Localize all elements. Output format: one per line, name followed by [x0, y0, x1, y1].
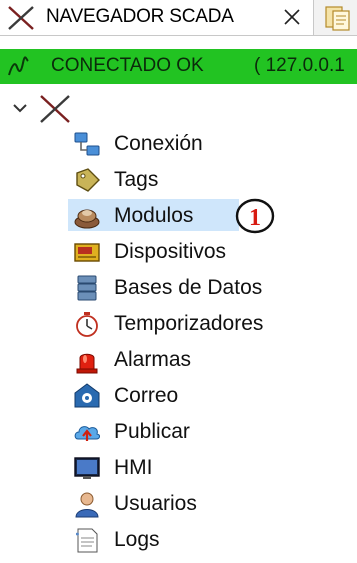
tree-item-label: Dispositivos — [114, 240, 227, 263]
monitor-icon — [74, 457, 100, 479]
database-icon — [77, 275, 97, 301]
tree-item-label: Logs — [114, 528, 160, 551]
tree-item-label: Publicar — [114, 420, 190, 443]
tree-item-label: Temporizadores — [114, 312, 264, 335]
connection-wave-icon — [8, 56, 29, 76]
timer-icon — [76, 312, 98, 337]
status-text: CONECTADO OK — [51, 55, 204, 76]
tree-item-label: Bases de Datos — [114, 276, 263, 299]
tree-item-label: Alarmas — [114, 348, 192, 371]
scada-root-icon[interactable] — [38, 93, 72, 125]
publish-icon — [74, 426, 100, 441]
tree-item-label: Modulos — [114, 204, 194, 227]
tree-item-label: Tags — [114, 168, 159, 191]
connection-icon — [74, 132, 100, 156]
document-icon — [325, 6, 350, 31]
tab-navegador-scada[interactable]: NAVEGADOR SCADA — [0, 0, 314, 35]
scada-x-icon — [8, 6, 34, 30]
logs-icon — [76, 528, 98, 553]
tab-title: NAVEGADOR SCADA — [46, 6, 234, 27]
user-icon — [75, 492, 99, 518]
chevron-down-icon[interactable] — [12, 100, 28, 116]
tree-item-label: Usuarios — [114, 492, 197, 515]
devices-icon — [74, 243, 100, 262]
status-ip: ( 127.0.0.1 — [254, 55, 345, 76]
tree-item-label: HMI — [114, 456, 153, 479]
modules-icon — [74, 209, 100, 229]
annotation-number: 1 — [249, 205, 261, 231]
alarm-icon — [76, 353, 98, 374]
tag-icon — [76, 168, 100, 192]
tab-secondary[interactable] — [315, 0, 357, 35]
tree-item-label: Correo — [114, 384, 179, 407]
connection-status-bar: CONECTADO OK ( 127.0.0.1 — [0, 49, 357, 84]
tab-strip: NAVEGADOR SCADA — [0, 0, 357, 36]
annotation-number-badge: 1 — [235, 198, 275, 234]
close-icon[interactable] — [283, 8, 301, 26]
tree-item-label: Conexión — [114, 132, 203, 155]
mail-icon — [74, 383, 100, 408]
